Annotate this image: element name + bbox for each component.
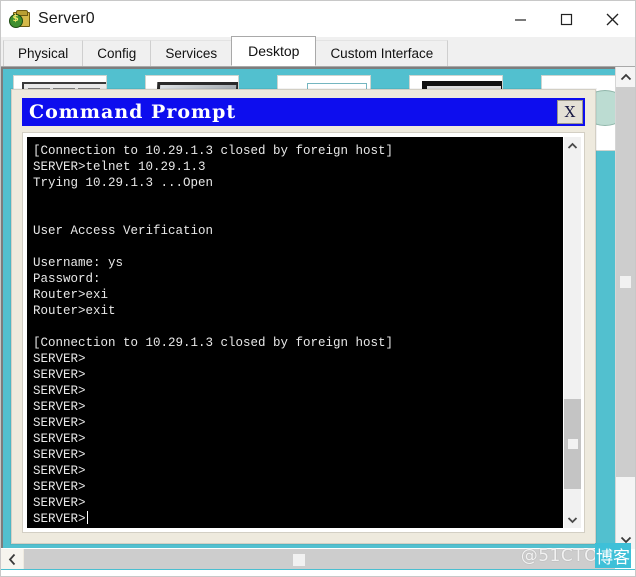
tab-bar: Physical Config Services Desktop Custom … xyxy=(1,36,635,67)
server-bag-icon xyxy=(9,8,31,30)
tab-config[interactable]: Config xyxy=(82,40,152,66)
tab-custom-interface[interactable]: Custom Interface xyxy=(315,40,449,66)
desktop-panel: Command Prompt X [Connection to 10.29.1.… xyxy=(1,67,635,548)
terminal-line: SERVER> xyxy=(33,416,86,430)
terminal-line: SERVER>telnet 10.29.1.3 xyxy=(33,160,206,174)
chevron-up-icon[interactable] xyxy=(564,137,581,154)
command-prompt-body: [Connection to 10.29.1.3 closed by forei… xyxy=(22,132,585,533)
tab-services[interactable]: Services xyxy=(150,40,233,66)
terminal-line: SERVER> xyxy=(33,352,86,366)
panel-horizontal-scrollbar[interactable] xyxy=(1,549,615,570)
terminal-line: [Connection to 10.29.1.3 closed by forei… xyxy=(33,144,394,158)
server0-window: Server0 Physical Config Services Desktop… xyxy=(0,0,636,577)
chevron-up-icon[interactable] xyxy=(616,67,635,87)
terminal-line: User Access Verification xyxy=(33,224,214,238)
window-controls xyxy=(497,1,635,37)
terminal-scrollbar-thumb[interactable] xyxy=(564,398,581,489)
window-titlebar: Server0 xyxy=(1,1,635,37)
command-prompt-titlebar: Command Prompt X xyxy=(22,98,585,126)
terminal-line: [Connection to 10.29.1.3 closed by forei… xyxy=(33,336,394,350)
terminal-line: SERVER> xyxy=(33,432,86,446)
panel-scrollbar-thumb[interactable] xyxy=(616,87,635,477)
terminal-line: SERVER> xyxy=(33,480,86,494)
panel-horizontal-scrollbar-thumb[interactable] xyxy=(24,549,615,570)
terminal-line: SERVER> xyxy=(33,496,86,510)
tab-desktop[interactable]: Desktop xyxy=(231,36,317,66)
terminal-line: Router>exi xyxy=(33,288,109,302)
terminal-line: Router>exit xyxy=(33,304,116,318)
terminal-prompt-text: SERVER> xyxy=(33,512,86,526)
chevron-left-icon[interactable] xyxy=(1,549,23,570)
minimize-icon[interactable] xyxy=(497,1,543,37)
terminal-prompt-line: SERVER> xyxy=(33,511,563,527)
terminal-line: SERVER> xyxy=(33,464,86,478)
terminal-line: Password: xyxy=(33,272,101,286)
terminal-line: SERVER> xyxy=(33,400,86,414)
terminal-line: Trying 10.29.1.3 ...Open xyxy=(33,176,214,190)
terminal-vertical-scrollbar[interactable] xyxy=(563,137,581,528)
maximize-icon[interactable] xyxy=(543,1,589,37)
terminal-output[interactable]: [Connection to 10.29.1.3 closed by forei… xyxy=(27,137,563,528)
close-icon[interactable] xyxy=(589,1,635,37)
terminal-line: SERVER> xyxy=(33,368,86,382)
text-cursor xyxy=(86,511,88,524)
chevron-down-icon[interactable] xyxy=(564,511,581,528)
terminal-line: SERVER> xyxy=(33,384,86,398)
terminal-line: Username: ys xyxy=(33,256,124,270)
command-prompt-close-button[interactable]: X xyxy=(557,100,583,124)
command-prompt-window: Command Prompt X [Connection to 10.29.1.… xyxy=(11,89,596,544)
tab-physical[interactable]: Physical xyxy=(3,40,84,66)
window-bottom-strip xyxy=(1,569,635,576)
terminal-line: SERVER> xyxy=(33,448,86,462)
panel-vertical-scrollbar[interactable] xyxy=(615,67,635,549)
window-title: Server0 xyxy=(38,10,95,27)
command-prompt-title: Command Prompt xyxy=(29,100,237,123)
chevron-down-icon[interactable] xyxy=(616,529,635,549)
